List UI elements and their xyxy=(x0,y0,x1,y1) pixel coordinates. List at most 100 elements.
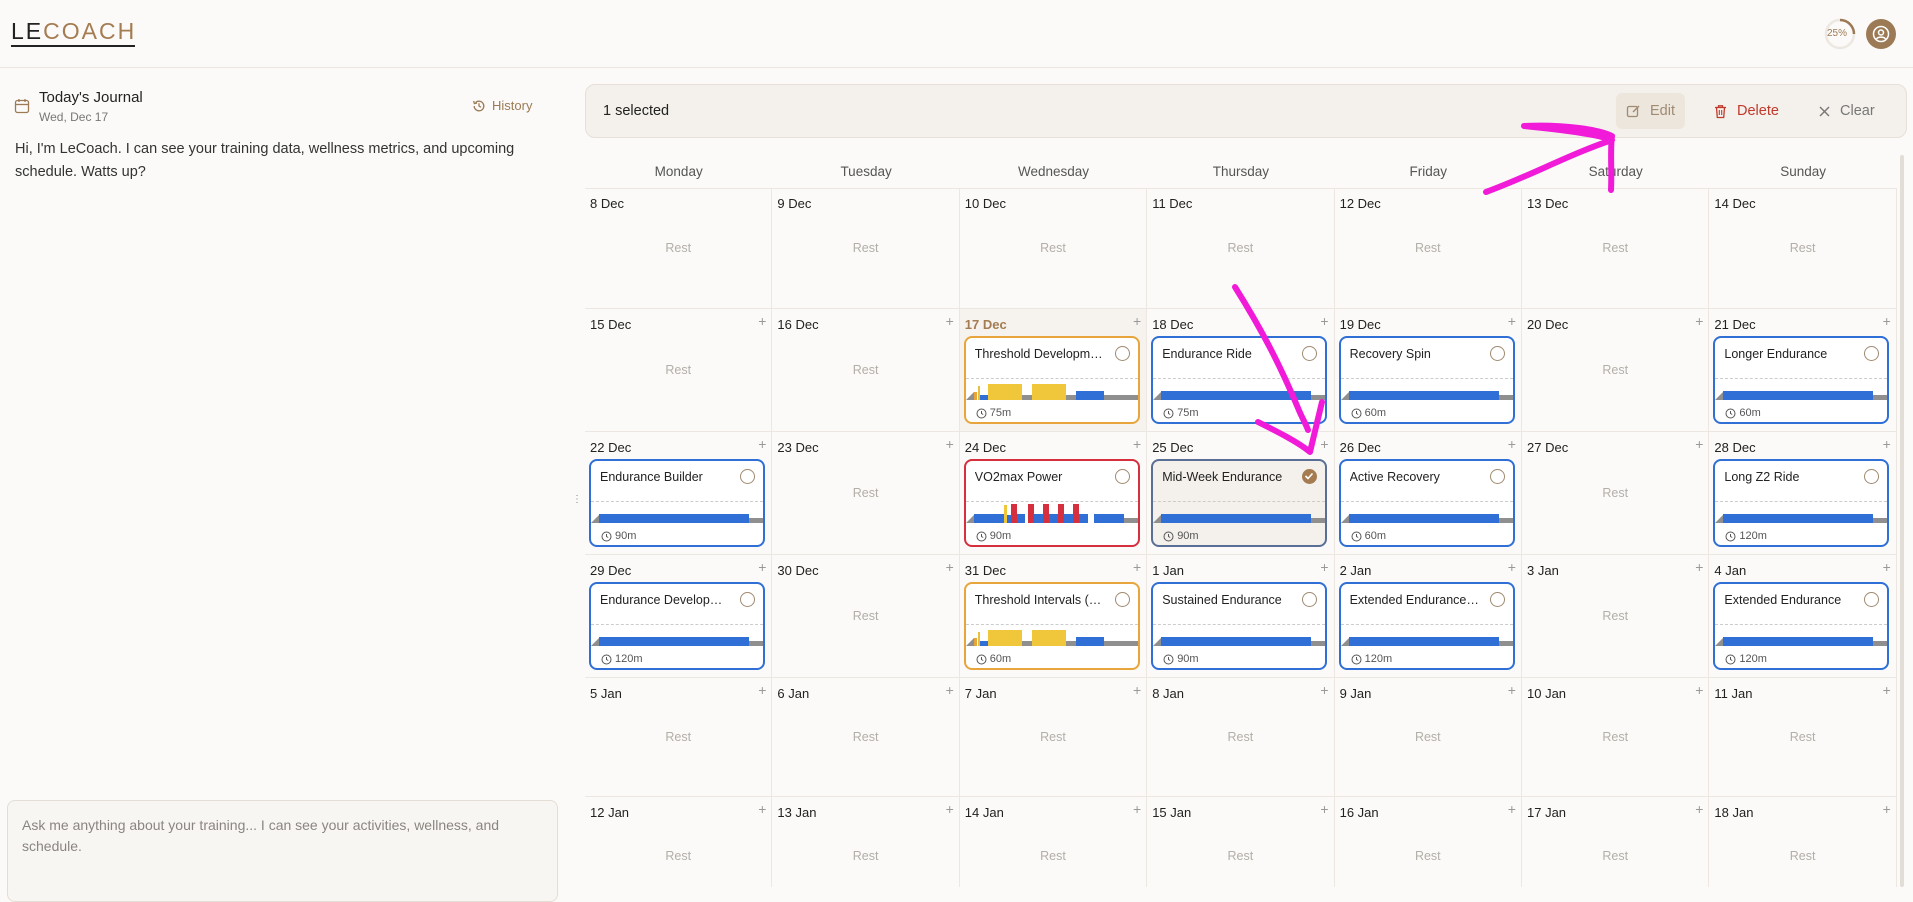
day-cell[interactable]: 11 Jan + Rest xyxy=(1709,678,1897,797)
day-cell[interactable]: 16 Dec + Rest xyxy=(772,309,960,432)
add-workout-button[interactable]: + xyxy=(946,313,954,329)
add-workout-button[interactable]: + xyxy=(1883,436,1891,452)
add-workout-button[interactable]: + xyxy=(1508,436,1516,452)
add-workout-button[interactable]: + xyxy=(946,559,954,575)
select-checkbox[interactable] xyxy=(740,469,755,484)
day-cell[interactable]: 29 Dec + Endurance Development 120m xyxy=(585,555,773,678)
select-checkbox[interactable] xyxy=(1864,469,1880,484)
day-cell[interactable]: 15 Jan + Rest xyxy=(1147,797,1335,887)
delete-button[interactable]: Delete xyxy=(1703,93,1789,129)
select-checkbox[interactable] xyxy=(1302,346,1318,361)
day-cell[interactable]: 14 Dec Rest xyxy=(1709,188,1897,309)
day-cell[interactable]: 13 Dec Rest xyxy=(1522,188,1710,309)
day-cell[interactable]: 4 Jan + Extended Endurance 120m xyxy=(1709,555,1897,678)
add-workout-button[interactable]: + xyxy=(1133,313,1141,329)
select-checkbox[interactable] xyxy=(1302,469,1318,484)
add-workout-button[interactable]: + xyxy=(946,801,954,817)
add-workout-button[interactable]: + xyxy=(758,682,766,698)
select-checkbox[interactable] xyxy=(740,592,755,607)
workout-card[interactable]: Endurance Ride 75m xyxy=(1151,336,1328,424)
history-button[interactable]: History xyxy=(472,98,532,113)
add-workout-button[interactable]: + xyxy=(1883,559,1891,575)
add-workout-button[interactable]: + xyxy=(1695,436,1703,452)
add-workout-button[interactable]: + xyxy=(758,559,766,575)
day-cell[interactable]: 3 Jan + Rest xyxy=(1522,555,1710,678)
day-cell[interactable]: 19 Dec + Recovery Spin 60m xyxy=(1334,309,1522,432)
day-cell[interactable]: 10 Jan + Rest xyxy=(1522,678,1710,797)
add-workout-button[interactable]: + xyxy=(946,682,954,698)
add-workout-button[interactable]: + xyxy=(1320,801,1328,817)
add-workout-button[interactable]: + xyxy=(1883,682,1891,698)
add-workout-button[interactable]: + xyxy=(1508,559,1516,575)
workout-card[interactable]: Extended Endurance 120m xyxy=(1713,582,1890,670)
workout-card[interactable]: Mid-Week Endurance 90m xyxy=(1151,459,1328,547)
day-cell[interactable]: 23 Dec + Rest xyxy=(772,432,960,555)
add-workout-button[interactable]: + xyxy=(1320,313,1328,329)
add-workout-button[interactable]: + xyxy=(1508,313,1516,329)
day-cell[interactable]: 10 Dec Rest xyxy=(959,188,1148,309)
add-workout-button[interactable]: + xyxy=(1320,682,1328,698)
add-workout-button[interactable]: + xyxy=(1695,559,1703,575)
clear-button[interactable]: Clear xyxy=(1808,93,1885,129)
day-cell[interactable]: 18 Jan + Rest xyxy=(1709,797,1897,887)
add-workout-button[interactable]: + xyxy=(758,436,766,452)
workout-card[interactable]: Sustained Endurance 90m xyxy=(1151,582,1328,670)
day-cell[interactable]: 20 Dec + Rest xyxy=(1522,309,1710,432)
select-checkbox[interactable] xyxy=(1302,592,1318,607)
select-checkbox[interactable] xyxy=(1489,346,1505,361)
day-cell[interactable]: 21 Dec + Longer Endurance 60m xyxy=(1709,309,1897,432)
avatar[interactable] xyxy=(1866,19,1896,49)
day-cell[interactable]: 27 Dec + Rest xyxy=(1522,432,1710,555)
workout-card[interactable]: Recovery Spin 60m xyxy=(1338,336,1515,424)
add-workout-button[interactable]: + xyxy=(1695,801,1703,817)
workout-card[interactable]: Longer Endurance 60m xyxy=(1713,336,1890,424)
select-checkbox[interactable] xyxy=(1114,469,1130,484)
day-cell[interactable]: 1 Jan + Sustained Endurance 90m xyxy=(1147,555,1335,678)
day-cell[interactable]: 22 Dec + Endurance Builder 90m xyxy=(585,432,773,555)
select-checkbox[interactable] xyxy=(1489,592,1505,607)
select-checkbox[interactable] xyxy=(1864,346,1880,361)
day-cell[interactable]: 9 Dec Rest xyxy=(772,188,960,309)
add-workout-button[interactable]: + xyxy=(1320,436,1328,452)
add-workout-button[interactable]: + xyxy=(1508,682,1516,698)
add-workout-button[interactable]: + xyxy=(1695,682,1703,698)
day-cell[interactable]: 25 Dec + Mid-Week Endurance 90m xyxy=(1147,432,1335,555)
add-workout-button[interactable]: + xyxy=(1883,801,1891,817)
day-cell[interactable]: 6 Jan + Rest xyxy=(772,678,960,797)
add-workout-button[interactable]: + xyxy=(1133,559,1141,575)
day-cell[interactable]: 31 Dec + Threshold Intervals (60... 60m xyxy=(959,555,1148,678)
workout-card[interactable]: VO2max Power 90m xyxy=(963,459,1140,547)
chat-input[interactable] xyxy=(20,813,544,877)
day-cell[interactable]: 2 Jan + Extended Endurance Ri... 120m xyxy=(1334,555,1522,678)
select-checkbox[interactable] xyxy=(1114,592,1130,607)
day-cell[interactable]: 5 Jan + Rest xyxy=(585,678,773,797)
add-workout-button[interactable]: + xyxy=(758,313,766,329)
add-workout-button[interactable]: + xyxy=(758,801,766,817)
panel-resize-handle[interactable]: ⋮ xyxy=(572,494,582,508)
day-cell[interactable]: 7 Jan + Rest xyxy=(959,678,1148,797)
add-workout-button[interactable]: + xyxy=(1133,801,1141,817)
workout-card[interactable]: Threshold Development 75m xyxy=(963,336,1140,424)
day-cell[interactable]: 17 Jan + Rest xyxy=(1522,797,1710,887)
day-cell[interactable]: 11 Dec Rest xyxy=(1147,188,1335,309)
day-cell[interactable]: 18 Dec + Endurance Ride 75m xyxy=(1147,309,1335,432)
day-cell[interactable]: 9 Jan + Rest xyxy=(1334,678,1522,797)
add-workout-button[interactable]: + xyxy=(1133,436,1141,452)
workout-card[interactable]: Endurance Builder 90m xyxy=(589,459,765,547)
select-checkbox[interactable] xyxy=(1864,592,1880,607)
day-cell[interactable]: 16 Jan + Rest xyxy=(1335,797,1522,887)
select-checkbox[interactable] xyxy=(1114,346,1130,361)
day-cell[interactable]: 30 Dec + Rest xyxy=(772,555,960,678)
day-cell[interactable]: 24 Dec + VO2max Power 90m xyxy=(959,432,1148,555)
day-cell[interactable]: 13 Jan + Rest xyxy=(772,797,960,887)
workout-card[interactable]: Long Z2 Ride 120m xyxy=(1713,459,1890,547)
day-cell[interactable]: 12 Jan + Rest xyxy=(585,797,773,887)
add-workout-button[interactable]: + xyxy=(1133,682,1141,698)
add-workout-button[interactable]: + xyxy=(1883,313,1891,329)
workout-card[interactable]: Endurance Development 120m xyxy=(589,582,765,670)
workout-card[interactable]: Extended Endurance Ri... 120m xyxy=(1338,582,1515,670)
workout-card[interactable]: Threshold Intervals (60... 60m xyxy=(963,582,1140,670)
day-cell[interactable]: 15 Dec + Rest xyxy=(585,309,773,432)
add-workout-button[interactable]: + xyxy=(1320,559,1328,575)
day-cell[interactable]: 26 Dec + Active Recovery 60m xyxy=(1334,432,1522,555)
